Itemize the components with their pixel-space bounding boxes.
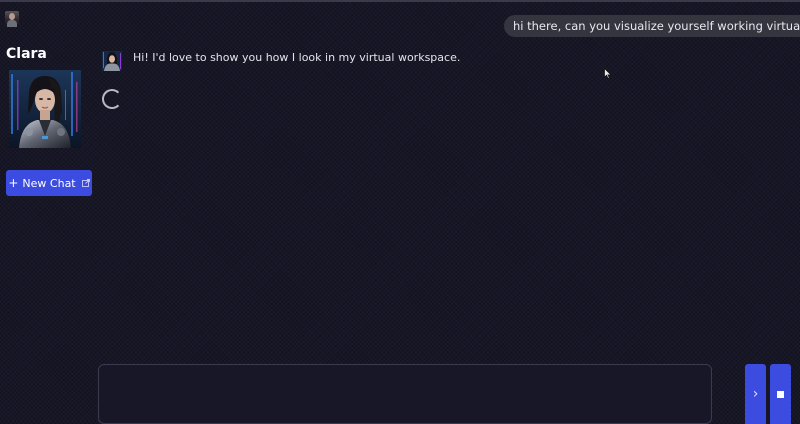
loading-spinner-icon <box>102 89 122 109</box>
top-border <box>0 0 800 2</box>
bot-message-text: Hi! I'd love to show you how I look in m… <box>133 51 461 64</box>
stop-button[interactable] <box>770 364 791 424</box>
message-input[interactable] <box>98 364 712 424</box>
user-avatar-icon[interactable] <box>5 11 19 27</box>
plus-icon: + <box>8 176 19 190</box>
stop-square-icon <box>777 390 784 398</box>
bot-name: Clara <box>6 46 47 62</box>
send-button[interactable]: › <box>745 364 766 424</box>
external-link-icon <box>81 179 90 187</box>
new-chat-button[interactable]: + New Chat <box>6 170 92 196</box>
bot-profile-portrait <box>9 70 81 148</box>
bot-avatar-icon <box>102 51 122 71</box>
user-message-bubble: hi there, can you visualize yourself wor… <box>504 15 800 37</box>
new-chat-label: New Chat <box>22 176 76 190</box>
chevron-right-icon: › <box>752 386 759 402</box>
mouse-cursor-icon <box>604 68 612 79</box>
